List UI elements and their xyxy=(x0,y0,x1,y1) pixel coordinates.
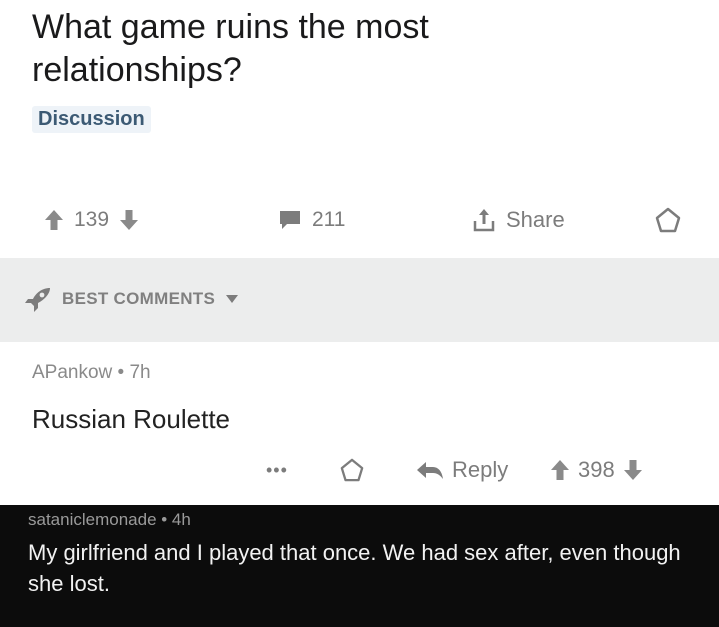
comment-action-bar: ••• Reply 398 xyxy=(0,450,719,490)
save-icon xyxy=(340,458,364,482)
downvote-icon[interactable] xyxy=(623,459,643,481)
rocket-icon xyxy=(24,286,52,312)
comment-sort-selector[interactable]: BEST COMMENTS xyxy=(24,282,239,316)
comment-meta[interactable]: APankow • 7h xyxy=(32,362,151,384)
post-score: 139 xyxy=(74,208,110,231)
reply-button[interactable]: Reply xyxy=(416,450,508,490)
comment-body: Russian Roulette xyxy=(32,404,230,434)
upvote-icon[interactable] xyxy=(44,209,64,231)
more-icon: ••• xyxy=(266,459,288,480)
post-action-bar: 139 211 Share xyxy=(0,196,719,244)
comment-save-button[interactable] xyxy=(340,450,364,490)
post-flair[interactable]: Discussion xyxy=(32,106,151,133)
comment-vote-group: 398 xyxy=(550,450,643,490)
upvote-icon[interactable] xyxy=(550,459,570,481)
downvote-icon[interactable] xyxy=(119,209,139,231)
save-icon xyxy=(655,207,681,233)
share-label: Share xyxy=(506,207,565,232)
post-comments-button[interactable]: 211 xyxy=(278,196,345,244)
reply-icon xyxy=(416,460,444,480)
reply-meta[interactable]: sataniclemonade • 4h xyxy=(28,510,191,530)
comment-score: 398 xyxy=(578,457,615,482)
reply-body: My girlfriend and I played that once. We… xyxy=(28,540,681,596)
post-title[interactable]: What game ruins the most relationships? xyxy=(32,6,632,92)
reply-label: Reply xyxy=(452,457,509,482)
caret-down-icon xyxy=(225,294,239,304)
share-icon xyxy=(472,207,496,233)
reply-comment: sataniclemonade • 4h My girlfriend and I… xyxy=(0,505,719,627)
post-vote-group: 139 xyxy=(44,196,139,244)
sort-label: BEST COMMENTS xyxy=(62,289,216,308)
comment-count: 211 xyxy=(312,208,346,231)
save-button[interactable] xyxy=(655,196,681,244)
comment-icon xyxy=(278,209,302,231)
more-options-button[interactable]: ••• xyxy=(266,450,288,490)
share-button[interactable]: Share xyxy=(472,196,565,244)
